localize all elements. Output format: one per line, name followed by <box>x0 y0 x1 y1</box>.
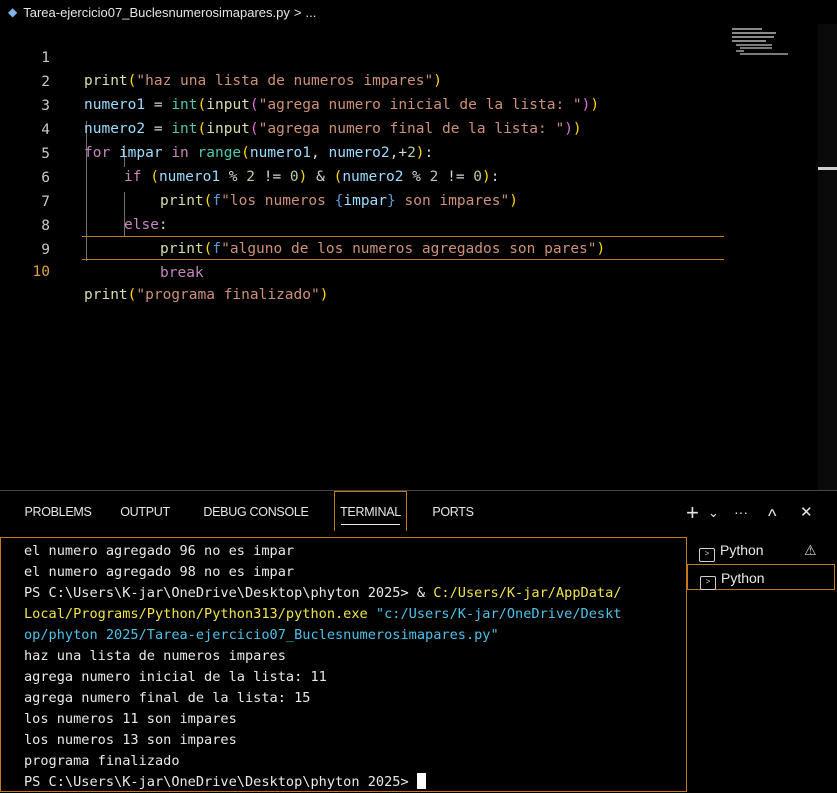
code-editor[interactable]: 1 print("haz una lista de numeros impare… <box>0 24 837 490</box>
terminal-icon: > <box>699 548 715 562</box>
minimap[interactable] <box>732 28 802 56</box>
python-file-icon: ◆ <box>8 5 18 19</box>
tab-output[interactable]: OUTPUT <box>108 491 182 534</box>
terminal-output[interactable]: el numero agregado 96 no es impar el num… <box>0 537 687 792</box>
code-line: 3 numero2 = int(input("agrega numero fin… <box>0 72 581 137</box>
code-line: 2 numero1 = int(input("agrega numero ini… <box>0 48 599 113</box>
terminal-line: agrega numero inicial de la lista: 11 <box>24 669 327 685</box>
scrollbar-cursor-marker <box>818 167 837 170</box>
terminal-command-line: op/phyton 2025/Tarea-ejercicio07_Buclesn… <box>24 627 499 643</box>
breadcrumb-more[interactable]: ... <box>305 5 316 20</box>
breadcrumb-separator: > <box>293 4 302 20</box>
code-line: 6 print(f"los numeros {impar} son impare… <box>0 144 518 209</box>
terminal-line: los numeros 11 son impares <box>24 711 237 727</box>
editor-scrollbar[interactable] <box>818 24 837 490</box>
active-tab-underline <box>341 524 400 525</box>
panel-tabs: PROBLEMS OUTPUT DEBUG CONSOLE TERMINAL P… <box>0 491 837 534</box>
tab-debug-console[interactable]: DEBUG CONSOLE <box>188 491 324 534</box>
terminal-line: el numero agregado 96 no es impar <box>24 543 295 559</box>
close-panel-icon[interactable]: ✕ <box>800 491 813 534</box>
terminal-line: los numeros 13 son impares <box>24 732 237 748</box>
tab-terminal[interactable]: TERMINAL <box>334 491 407 531</box>
bottom-panel: PROBLEMS OUTPUT DEBUG CONSOLE TERMINAL P… <box>0 490 837 792</box>
tab-terminal-label: TERMINAL <box>340 505 401 519</box>
terminal-cursor <box>416 773 426 789</box>
code-line: 7 else: <box>0 168 167 233</box>
code-line: 10 print("programa finalizado") <box>0 238 329 303</box>
terminal-line: programa finalizado <box>24 753 180 769</box>
code-line: 4 for impar in range(numero1, numero2,+2… <box>0 96 433 161</box>
terminal-list-item[interactable]: > Python ⚠ <box>687 537 835 563</box>
chevron-down-icon[interactable]: ⌄ <box>708 491 719 534</box>
terminal-line: el numero agregado 98 no es impar <box>24 564 295 580</box>
tab-problems[interactable]: PROBLEMS <box>14 491 102 534</box>
add-terminal-icon[interactable]: + <box>686 491 699 534</box>
more-actions-icon[interactable]: ··· <box>734 491 748 534</box>
code-line: 1 print("haz una lista de numeros impare… <box>0 24 442 89</box>
terminal-command-line: Local/Programs/Python/Python313/python.e… <box>24 606 622 622</box>
code-line: 8 print(f"alguno de los numeros agregado… <box>0 192 605 257</box>
warning-icon: ⚠ <box>804 542 817 558</box>
breadcrumb: ◆ Tarea-ejercicio07_Buclesnumerosimapare… <box>0 0 837 24</box>
maximize-panel-icon[interactable]: ^ <box>768 495 776 538</box>
terminal-icon: > <box>700 576 716 590</box>
terminal-command-line: PS C:\Users\K-jar\OneDrive\Desktop\phyto… <box>24 585 622 601</box>
code-line: 5 if (numero1 % 2 != 0) & (numero2 % 2 !… <box>0 120 499 185</box>
terminal-line: agrega numero final de la lista: 15 <box>24 690 311 706</box>
terminal-line: haz una lista de numeros impares <box>24 648 286 664</box>
terminal-list-item-active[interactable]: > Python <box>687 564 835 590</box>
tab-ports[interactable]: PORTS <box>420 491 486 534</box>
terminal-list: > Python ⚠ > Python <box>687 537 837 792</box>
code-line: 9 break <box>0 216 203 281</box>
terminal-prompt-line: PS C:\Users\K-jar\OneDrive\Desktop\phyto… <box>24 772 686 793</box>
line-number-active: 10 <box>32 264 50 280</box>
breadcrumb-file[interactable]: Tarea-ejercicio07_Buclesnumerosimapares.… <box>23 5 290 20</box>
